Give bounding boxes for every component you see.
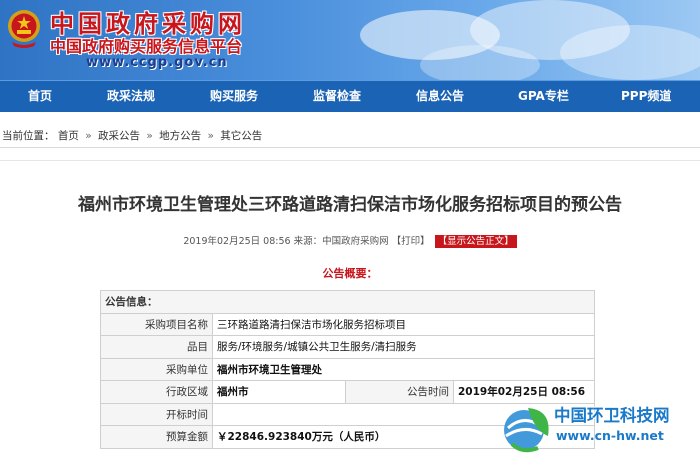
breadcrumb-separator: » bbox=[146, 130, 153, 142]
table-header: 公告信息： bbox=[100, 290, 595, 314]
globe-leaf-icon bbox=[504, 408, 549, 453]
watermark-url: www.cn-hw.net bbox=[556, 428, 664, 443]
site-subtitle: 中国政府购买服务信息平台 bbox=[50, 37, 243, 56]
site-banner: 中国政府采购网 中国政府购买服务信息平台 www.ccgp.gov.cn bbox=[0, 0, 700, 80]
table-row: 公告信息： bbox=[100, 290, 595, 314]
main-nav: 首页 政采法规 购买服务 监督检查 信息公告 GPA专栏 PPP频道 bbox=[0, 80, 700, 112]
breadcrumb-separator: » bbox=[207, 130, 214, 142]
category-value: 服务/环境服务/城镇公共卫生服务/清扫服务 bbox=[212, 335, 595, 359]
national-emblem-icon[interactable] bbox=[6, 6, 42, 50]
nav-item-gpa[interactable]: GPA专栏 bbox=[518, 81, 569, 112]
breadcrumb-prefix: 当前位置： bbox=[2, 130, 55, 142]
region-value: 福州市 bbox=[212, 380, 346, 404]
project-name-label: 采购项目名称 bbox=[100, 312, 213, 336]
site-url: www.ccgp.gov.cn bbox=[86, 55, 228, 70]
nav-item-home[interactable]: 首页 bbox=[28, 81, 52, 112]
notice-time-label: 公告时间 bbox=[345, 380, 454, 404]
purchasing-unit-label: 采购单位 bbox=[100, 357, 213, 381]
nav-item-supervision[interactable]: 监督检查 bbox=[313, 81, 361, 112]
banner-cloud bbox=[560, 25, 700, 80]
article-title: 福州市环境卫生管理处三环路道路清扫保洁市场化服务招标项目的预公告 bbox=[78, 195, 622, 215]
watermark-title: 中国环卫科技网 bbox=[554, 406, 670, 425]
nav-item-regulations[interactable]: 政采法规 bbox=[107, 81, 155, 112]
table-row: 采购单位 福州市环境卫生管理处 bbox=[100, 357, 595, 381]
category-label: 品目 bbox=[100, 335, 213, 359]
breadcrumb: 当前位置： 首页 » 政采公告 » 地方公告 » 其它公告 bbox=[0, 126, 700, 148]
nav-item-purchase-services[interactable]: 购买服务 bbox=[210, 81, 258, 112]
table-row: 采购项目名称 三环路道路清扫保洁市场化服务招标项目 bbox=[100, 312, 595, 336]
purchasing-unit-value: 福州市环境卫生管理处 bbox=[212, 357, 595, 381]
region-label: 行政区域 bbox=[100, 380, 213, 404]
summary-label: 公告概要： bbox=[322, 267, 378, 280]
watermark: 中国环卫科技网 www.cn-hw.net bbox=[498, 392, 700, 465]
breadcrumb-home[interactable]: 首页 bbox=[58, 130, 79, 142]
banner-cloud bbox=[420, 45, 540, 80]
bid-opening-time-label: 开标时间 bbox=[100, 402, 213, 426]
breadcrumb-separator: » bbox=[85, 130, 92, 142]
project-name-value: 三环路道路清扫保洁市场化服务招标项目 bbox=[212, 312, 595, 336]
nav-item-ppp[interactable]: PPP频道 bbox=[621, 81, 671, 112]
article-date-source: 2019年02月25日 08:56 来源：中国政府采购网 bbox=[183, 236, 389, 247]
print-button[interactable]: 【打印】 bbox=[392, 236, 430, 247]
breadcrumb-gov-notices[interactable]: 政采公告 bbox=[98, 130, 140, 142]
nav-item-announcements[interactable]: 信息公告 bbox=[416, 81, 464, 112]
budget-label: 预算金额 bbox=[100, 425, 213, 449]
breadcrumb-local-notices[interactable]: 地方公告 bbox=[159, 130, 201, 142]
table-row: 品目 服务/环境服务/城镇公共卫生服务/清扫服务 bbox=[100, 335, 595, 359]
show-text-button[interactable]: 【显示公告正文】 bbox=[434, 235, 517, 248]
article-meta: 2019年02月25日 08:56 来源：中国政府采购网 【打印】 【显示公告正… bbox=[0, 233, 700, 248]
breadcrumb-other-notices[interactable]: 其它公告 bbox=[220, 130, 262, 142]
